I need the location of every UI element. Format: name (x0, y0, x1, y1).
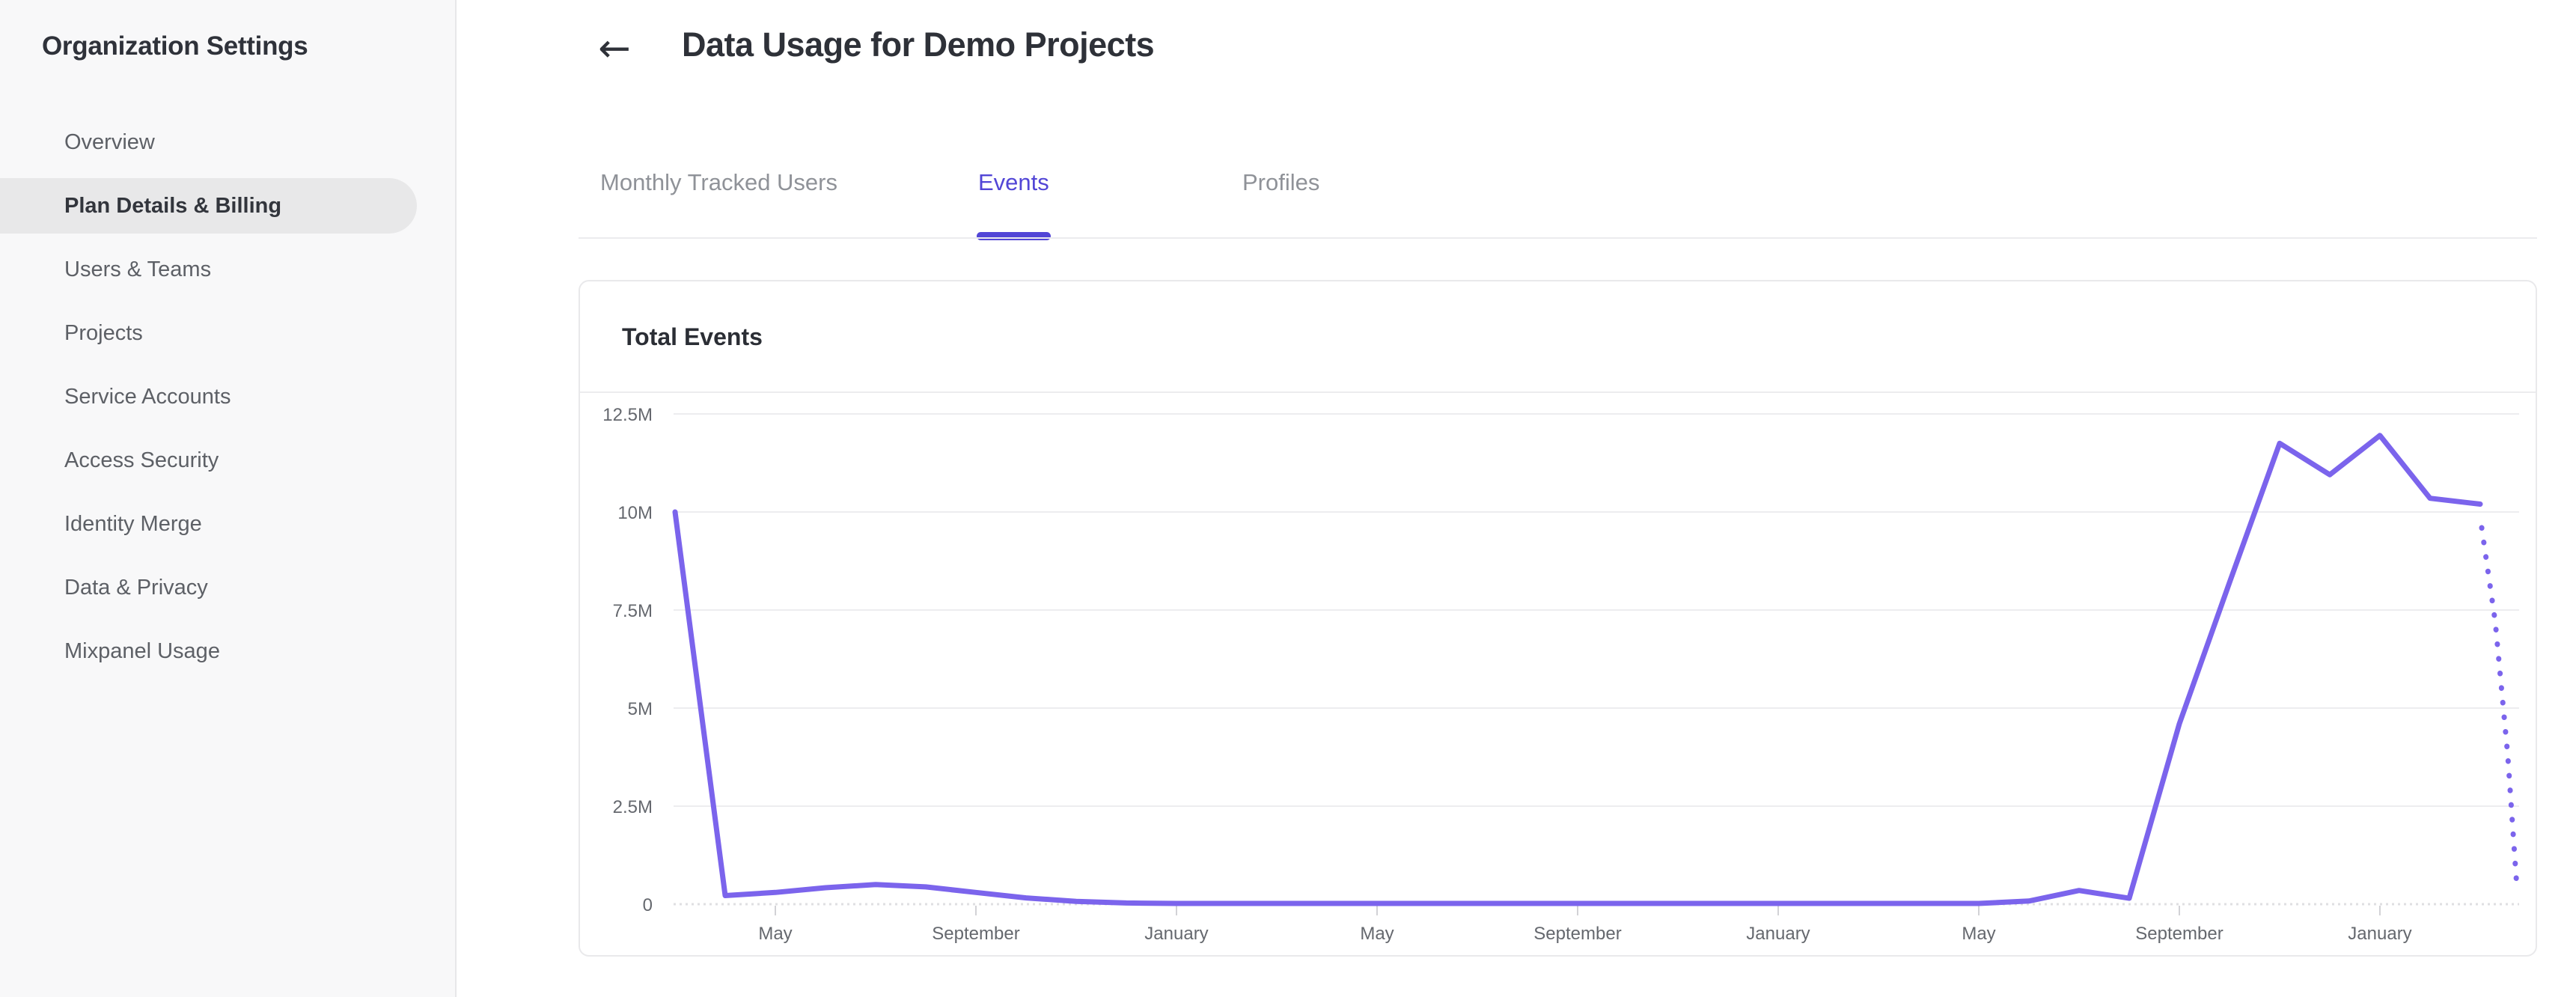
x-tick-label: January (2348, 924, 2411, 944)
sidebar-item-identity-merge[interactable]: Identity Merge (0, 493, 455, 556)
total-events-card: Total Events 12.5M 10M 7.5M 5M 2.5M 0 May Septe… (579, 280, 2537, 957)
tabs-divider (579, 237, 2537, 239)
sidebar-item-access-security[interactable]: Access Security (0, 429, 455, 493)
y-tick-label: 0 (643, 895, 653, 915)
y-tick-label: 7.5M (613, 601, 653, 621)
sidebar-item-label: Mixpanel Usage (64, 639, 220, 663)
sidebar-item-service-accounts[interactable]: Service Accounts (0, 365, 455, 429)
x-tick-label: May (1360, 924, 1394, 944)
x-tick-label: January (1746, 924, 1810, 944)
x-tick-label: May (1962, 924, 1995, 944)
sidebar-item-projects[interactable]: Projects (0, 302, 455, 365)
sidebar-item-label: Data & Privacy (64, 576, 208, 600)
back-button[interactable]: ← (588, 22, 641, 75)
x-tick-label: September (1533, 924, 1621, 944)
sidebar-item-label: Access Security (64, 448, 219, 472)
sidebar-item-label: Service Accounts (64, 385, 231, 409)
tab-monthly-tracked-users[interactable]: Monthly Tracked Users (600, 169, 837, 196)
chart-title: Total Events (622, 323, 763, 350)
x-tick-label: September (932, 924, 1019, 944)
sidebar-item-label: Plan Details & Billing (64, 194, 282, 218)
sidebar-item-overview[interactable]: Overview (0, 111, 455, 174)
total-events-chart[interactable]: 12.5M 10M 7.5M 5M 2.5M 0 May September January Ma… (580, 394, 2536, 955)
x-tick-label: May (758, 924, 792, 944)
sidebar-item-users-teams[interactable]: Users & Teams (0, 238, 455, 302)
sidebar: Organization Settings Overview Plan Detai… (0, 0, 457, 997)
sidebar-item-label: Projects (64, 321, 143, 345)
page: { "sidebar": { "title": "Organization Se… (0, 0, 2576, 997)
chart-area: 12.5M 10M 7.5M 5M 2.5M 0 May September January Ma… (580, 394, 2536, 955)
y-tick-label: 12.5M (602, 405, 653, 425)
sidebar-item-mixpanel-usage[interactable]: Mixpanel Usage (0, 620, 455, 683)
y-tick-label: 2.5M (613, 797, 653, 817)
tab-events[interactable]: Events (977, 169, 1051, 240)
sidebar-item-label: Users & Teams (64, 257, 212, 281)
events-line (672, 433, 2483, 906)
tabs: Monthly Tracked Users Events Profiles (0, 169, 2576, 247)
projection-dotted-line (2479, 525, 2520, 889)
page-title: Data Usage for Demo Projects (682, 25, 1155, 64)
tab-profiles[interactable]: Profiles (1242, 169, 1319, 196)
back-arrow-icon: ← (598, 26, 631, 71)
sidebar-item-label: Identity Merge (64, 512, 202, 536)
card-header: Total Events (580, 281, 2536, 393)
sidebar-item-label: Overview (64, 130, 155, 154)
y-tick-label: 10M (617, 503, 653, 523)
sidebar-item-data-privacy[interactable]: Data & Privacy (0, 556, 455, 620)
x-tick-label: January (1144, 924, 1208, 944)
y-tick-label: 5M (628, 699, 653, 719)
x-tick-label: September (2135, 924, 2223, 944)
sidebar-title: Organization Settings (42, 31, 308, 61)
